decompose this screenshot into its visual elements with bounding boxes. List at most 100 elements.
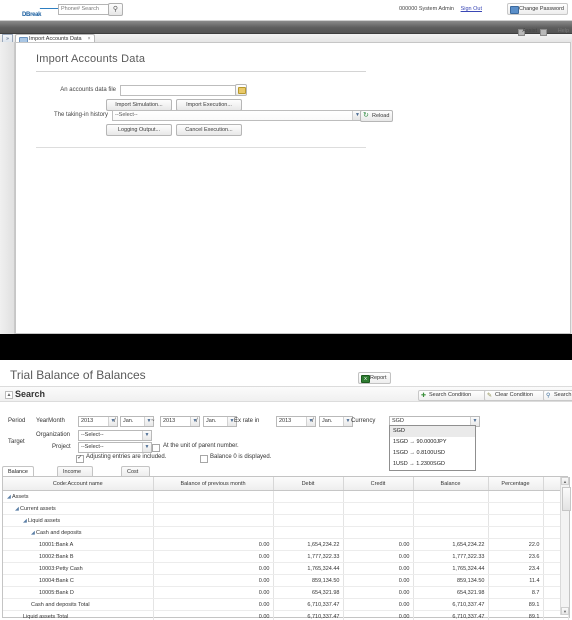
- chevron-down-icon[interactable]: ▼: [142, 443, 151, 452]
- project-label: Project: [52, 444, 71, 450]
- reload-button[interactable]: ↻ Reload: [360, 110, 394, 122]
- cell-account-name: 10004:Bank C: [3, 574, 154, 587]
- scrollbar-thumb[interactable]: [561, 487, 571, 511]
- table-row[interactable]: ◢Liquid assets: [3, 514, 569, 527]
- cell-balance: [413, 514, 489, 527]
- currency-dropdown-list[interactable]: SGD 1SGD → 90.0000JPY 1SGD → 0.8100USD 1…: [389, 425, 476, 471]
- cell-credit: [343, 490, 414, 503]
- cell-balance: 1,777,322.33: [413, 550, 489, 563]
- to-year-value: 2013: [163, 418, 176, 424]
- assist-hint-label[interactable]: Help: [558, 28, 569, 34]
- cell-account-name: 10003:Petty Cash: [3, 562, 154, 575]
- file-path-input[interactable]: [120, 85, 238, 96]
- parent-unit-label: At the unit of parent number.: [163, 443, 239, 449]
- cell-credit: 0.00: [343, 598, 414, 611]
- logo-text: DBreak: [22, 12, 42, 18]
- user-label: 000000 System Admin: [398, 6, 454, 12]
- from-year-select[interactable]: 2013 ▼: [78, 416, 118, 427]
- scroll-up-icon[interactable]: ▲: [561, 477, 569, 485]
- tree-expander-icon[interactable]: ◢: [15, 506, 20, 512]
- sign-out-link[interactable]: Sign Out: [461, 6, 482, 12]
- table-row[interactable]: 10004:Bank C 0.00 859,134.50 0.00 859,134.50…: [3, 574, 569, 587]
- table-row[interactable]: 10002:Bank B 0.00 1,777,322.33 0.00 1,777,32…: [3, 550, 569, 563]
- key-icon: [510, 6, 520, 14]
- table-row[interactable]: Cash and deposits Total 0.00 6,710,337.47 0…: [3, 598, 569, 611]
- cell-account-name: ◢Cash and deposits: [3, 526, 154, 539]
- change-password-button[interactable]: Change Password: [507, 3, 568, 15]
- currency-option[interactable]: 1USD → 1.2300SGD: [390, 459, 475, 470]
- table-row[interactable]: ◢Cash and deposits: [3, 526, 569, 539]
- adjusting-entries-checkbox[interactable]: [76, 454, 84, 463]
- trial-balance-table: Code:Account name Balance of previous mo…: [3, 477, 569, 620]
- to-month-value: Jan.: [206, 418, 217, 424]
- adjusting-entries-label: Adjusting entries are included.: [86, 454, 167, 460]
- tree-expander-icon[interactable]: ◢: [7, 494, 12, 500]
- collapse-icon[interactable]: ▲: [5, 391, 13, 399]
- cell-prev-balance: [153, 526, 274, 539]
- cancel-execution-button[interactable]: Cancel Execution...: [176, 124, 242, 136]
- balance-zero-label: Balance 0 is displayed.: [210, 454, 272, 460]
- scroll-down-icon[interactable]: ▼: [561, 607, 569, 615]
- cell-credit: 0.00: [343, 586, 414, 599]
- search-section-title: Search: [15, 389, 46, 399]
- to-month-select[interactable]: Jan. ▼: [203, 416, 237, 427]
- from-year-value: 2013: [81, 418, 94, 424]
- history-select[interactable]: --Select-- ▼: [112, 110, 363, 121]
- table-row[interactable]: 10005:Bank D 0.00 654,321.98 0.00 654,321.98…: [3, 586, 569, 599]
- table-row[interactable]: 10003:Petty Cash 0.00 1,765,324.44 0.00 1,76…: [3, 562, 569, 575]
- from-month-select[interactable]: Jan. ▼: [120, 416, 154, 427]
- col-code-account[interactable]: Code:Account name: [3, 477, 154, 491]
- to-year-select[interactable]: 2013 ▼: [160, 416, 200, 427]
- balance-zero-checkbox[interactable]: [200, 455, 208, 463]
- tree-expander-icon[interactable]: ◢: [31, 530, 36, 536]
- exrate-year-select[interactable]: 2013 ▼: [276, 416, 316, 427]
- import-accounts-window: ⟶ DBreak Phone# Search ⚲ 000000 System A…: [0, 0, 572, 334]
- cell-balance: 654,321.98: [413, 586, 489, 599]
- currency-option[interactable]: SGD: [390, 426, 475, 437]
- yearmonth-label: YearMonth: [36, 418, 65, 424]
- currency-value: SGD: [392, 418, 404, 424]
- cell-balance: [413, 526, 489, 539]
- search-condition-label: Search Condition: [429, 392, 472, 398]
- cell-debit: 1,654,234.22: [273, 538, 344, 551]
- currency-option[interactable]: 1SGD → 90.0000JPY: [390, 437, 475, 448]
- chevron-down-icon[interactable]: ▼: [142, 431, 151, 440]
- folder-browse-icon[interactable]: [235, 84, 247, 96]
- table-row[interactable]: ◢Current assets: [3, 502, 569, 515]
- cell-debit: 654,321.98: [273, 586, 344, 599]
- report-button[interactable]: X Report: [358, 372, 391, 384]
- organization-select[interactable]: --Select-- ▼: [78, 430, 152, 441]
- cell-debit: [273, 526, 344, 539]
- cell-prev-balance: 0.00: [153, 550, 274, 563]
- parent-unit-checkbox[interactable]: [152, 444, 160, 452]
- cell-prev-balance: 0.00: [153, 610, 274, 620]
- col-balance[interactable]: Balance: [413, 477, 489, 491]
- cell-debit: 859,134.50: [273, 574, 344, 587]
- table-row[interactable]: ◢Assets: [3, 490, 569, 503]
- currency-label: Currency: [351, 418, 376, 424]
- col-prev-balance[interactable]: Balance of previous month: [153, 477, 274, 491]
- search-icon: ⚲: [546, 392, 551, 399]
- currency-option[interactable]: 1SGD → 0.8100USD: [390, 448, 475, 459]
- cell-credit: 0.00: [343, 574, 414, 587]
- logging-output-button[interactable]: Logging Output...: [106, 124, 172, 136]
- slash-1: /: [114, 418, 116, 424]
- col-percentage[interactable]: Percentage: [488, 477, 544, 491]
- table-row[interactable]: Liquid assets Total 0.00 6,710,337.47 0.00 6…: [3, 610, 569, 620]
- search-icon[interactable]: ⚲: [108, 3, 123, 16]
- range-separator: ~: [151, 418, 155, 424]
- project-select[interactable]: --Select-- ▼: [78, 442, 152, 453]
- col-credit[interactable]: Credit: [343, 477, 414, 491]
- exrate-month-select[interactable]: Jan. ▼: [319, 416, 353, 427]
- assist-label[interactable]: Assist: [522, 28, 537, 34]
- cell-balance: 6,710,337.47: [413, 610, 489, 620]
- search-button[interactable]: ⚲ Search: [543, 390, 572, 401]
- tree-expander-icon[interactable]: ◢: [23, 518, 28, 524]
- col-debit[interactable]: Debit: [273, 477, 344, 491]
- vertical-scrollbar[interactable]: ▲ ▼: [560, 477, 571, 615]
- cell-debit: [273, 514, 344, 527]
- exrate-year-value: 2013: [279, 418, 292, 424]
- table-row[interactable]: 10001:Bank A 0.00 1,654,234.22 0.00 1,654,23…: [3, 538, 569, 551]
- table-header-row: Code:Account name Balance of previous mo…: [3, 477, 569, 491]
- cell-account-name: Cash and deposits Total: [3, 598, 154, 611]
